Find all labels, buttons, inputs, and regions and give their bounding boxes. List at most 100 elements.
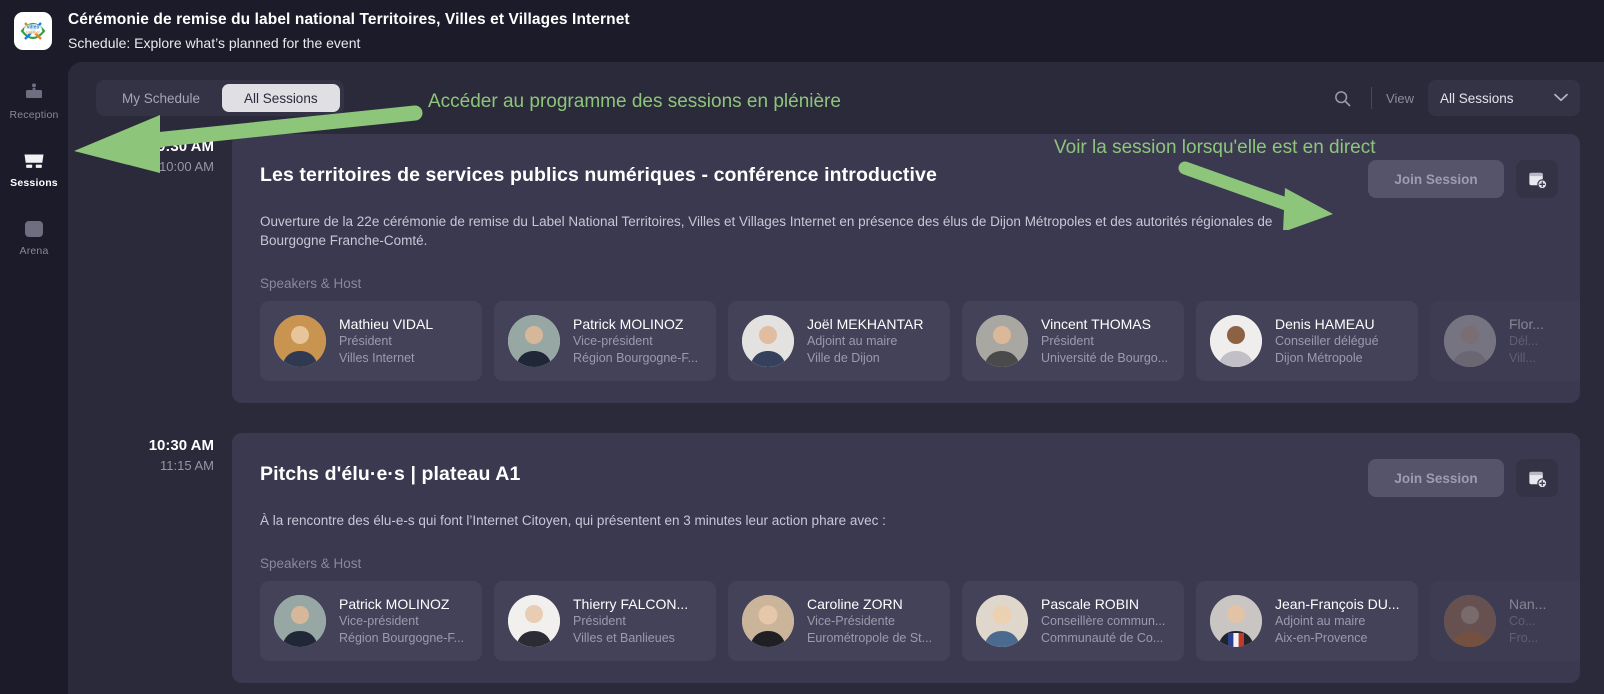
speaker-name: Denis HAMEAU [1275,316,1375,332]
view-label: View [1386,90,1414,106]
session-time: 09:30 AM 10:00 AM [68,134,232,403]
session-actions: Join Session [1368,160,1558,198]
speaker-info: Patrick MOLINOZ Vice-président Région Bo… [339,595,464,647]
speaker-role: Président [339,334,392,348]
speaker-org: Aix-en-Provence [1275,631,1368,645]
speaker-name: Nan... [1509,596,1547,612]
avatar [508,595,560,647]
speaker-info: Vincent THOMAS Président Université de B… [1041,315,1168,367]
speaker-card[interactable]: Flor... Dél... Vill... [1430,301,1580,381]
presentation-screen-icon [24,154,44,168]
speaker-info: Caroline ZORN Vice-Présidente Eurométrop… [807,595,932,647]
speakers-strip[interactable]: Patrick MOLINOZ Vice-président Région Bo… [232,581,1580,661]
avatar [1444,315,1496,367]
sessions-list[interactable]: 09:30 AM 10:00 AM Les territoires de ser… [68,134,1604,694]
speaker-org: Eurométropole de St... [807,631,933,645]
session-card[interactable]: Les territoires de services publics numé… [232,134,1580,403]
speaker-role: Conseillère commun... [1041,614,1166,628]
search-button[interactable] [1327,83,1357,113]
join-session-button[interactable]: Join Session [1368,459,1504,497]
session-card-header: Pitchs d'élu·e·s | plateau A1 Join Sessi… [232,459,1580,497]
speaker-info: Thierry FALCON... Président Villes et Ba… [573,595,688,647]
session-card-header: Les territoires de services publics numé… [232,160,1580,198]
page-subtitle: Schedule: Explore what’s planned for the… [68,34,361,51]
speaker-role: Co... [1509,614,1536,628]
speaker-role: Vice-Présidente [807,614,896,628]
speaker-info: Nan... Co... Fro... [1509,595,1546,647]
speaker-name: Pascale ROBIN [1041,596,1140,612]
speaker-card[interactable]: Denis HAMEAU Conseiller délégué Dijon Mé… [1196,301,1418,381]
session-row: 09:30 AM 10:00 AM Les territoires de ser… [68,134,1604,403]
view-filter-value: All Sessions [1440,90,1514,106]
session-start-time: 09:30 AM [148,138,214,155]
speaker-name: Caroline ZORN [807,596,903,612]
speaker-org: Région Bourgogne-F... [573,351,699,365]
search-icon [1334,90,1350,106]
speaker-card[interactable]: Jean-François DU... Adjoint au maire Aix… [1196,581,1418,661]
speakers-label: Speakers & Host [260,276,362,291]
session-card[interactable]: Pitchs d'élu·e·s | plateau A1 Join Sessi… [232,433,1580,683]
speaker-role: Président [1041,334,1094,348]
speaker-name: Joël MEKHANTAR [807,316,924,332]
tab-my-schedule[interactable]: My Schedule [100,84,222,112]
speaker-name: Patrick MOLINOZ [339,596,450,612]
avatar [976,315,1028,367]
speaker-card[interactable]: Pascale ROBIN Conseillère commun... Comm… [962,581,1184,661]
speaker-name: Flor... [1509,316,1545,332]
add-to-calendar-button[interactable] [1516,160,1558,198]
sidebar-item-arena[interactable]: Arena [0,206,68,268]
speaker-info: Joël MEKHANTAR Adjoint au maire Ville de… [807,315,923,367]
speaker-org: Communauté de Co... [1041,631,1164,645]
speaker-role: Président [573,614,626,628]
speaker-org: Villes Internet [339,351,415,365]
speakers-strip[interactable]: Mathieu VIDAL Président Villes Internet … [232,301,1580,381]
villes-internet-logo-icon: villes internet [20,22,46,40]
toolbar-divider [1371,87,1373,109]
speaker-role: Vice-président [339,614,419,628]
speaker-card[interactable]: Vincent THOMAS Président Université de B… [962,301,1184,381]
session-description: À la rencontre des élu-e-s qui font l’In… [260,513,886,528]
sidebar-item-label: Reception [9,109,59,121]
add-to-calendar-button[interactable] [1516,459,1558,497]
chevron-down-icon [1554,89,1568,107]
speaker-org: Région Bourgogne-F... [339,631,465,645]
speaker-name: Jean-François DU... [1275,596,1400,612]
speaker-name: Patrick MOLINOZ [573,316,684,332]
speaker-info: Patrick MOLINOZ Vice-président Région Bo… [573,315,698,367]
speaker-card[interactable]: Caroline ZORN Vice-Présidente Eurométrop… [728,581,950,661]
calendar-add-icon [1528,172,1547,189]
speaker-card[interactable]: Patrick MOLINOZ Vice-président Région Bo… [494,301,716,381]
calendar-add-icon [1528,471,1547,488]
speaker-card[interactable]: Mathieu VIDAL Président Villes Internet [260,301,482,381]
sidebar-item-sessions[interactable]: Sessions [0,138,68,200]
speaker-role: Vice-président [573,334,653,348]
toolbar-right-controls: View All Sessions [1327,80,1580,116]
app-logo: villes internet [14,12,52,50]
avatar [508,315,560,367]
page-title: Cérémonie de remise du label national Te… [68,10,630,28]
avatar [1210,315,1262,367]
speakers-label: Speakers & Host [260,556,362,571]
view-filter-select[interactable]: All Sessions [1428,80,1580,116]
speaker-card[interactable]: Nan... Co... Fro... [1430,581,1580,661]
speaker-info: Denis HAMEAU Conseiller délégué Dijon Mé… [1275,315,1379,367]
speaker-card[interactable]: Thierry FALCON... Président Villes et Ba… [494,581,716,661]
sidebar-item-reception[interactable]: Reception [0,70,68,132]
speaker-name: Vincent THOMAS [1041,316,1151,332]
sessions-toolbar: My Schedule All Sessions View All Sessio… [68,62,1604,134]
speaker-card[interactable]: Patrick MOLINOZ Vice-président Région Bo… [260,581,482,661]
sidebar-item-label: Sessions [10,177,58,189]
session-end-time: 10:00 AM [159,159,214,174]
join-session-button[interactable]: Join Session [1368,160,1504,198]
speaker-org: Université de Bourgo... [1041,351,1169,365]
speaker-info: Mathieu VIDAL Président Villes Internet [339,315,433,367]
tab-all-sessions[interactable]: All Sessions [222,84,340,112]
session-title: Pitchs d'élu·e·s | plateau A1 [260,463,521,485]
avatar [1210,595,1262,647]
speaker-card[interactable]: Joël MEKHANTAR Adjoint au maire Ville de… [728,301,950,381]
app-header: villes internet Cérémonie de remise du l… [0,0,1604,62]
speaker-org: Vill... [1509,351,1536,365]
sidebar: Reception Sessions Arena [0,62,68,694]
svg-text:internet: internet [26,30,40,35]
header-text-block: Cérémonie de remise du label national Te… [68,10,630,53]
